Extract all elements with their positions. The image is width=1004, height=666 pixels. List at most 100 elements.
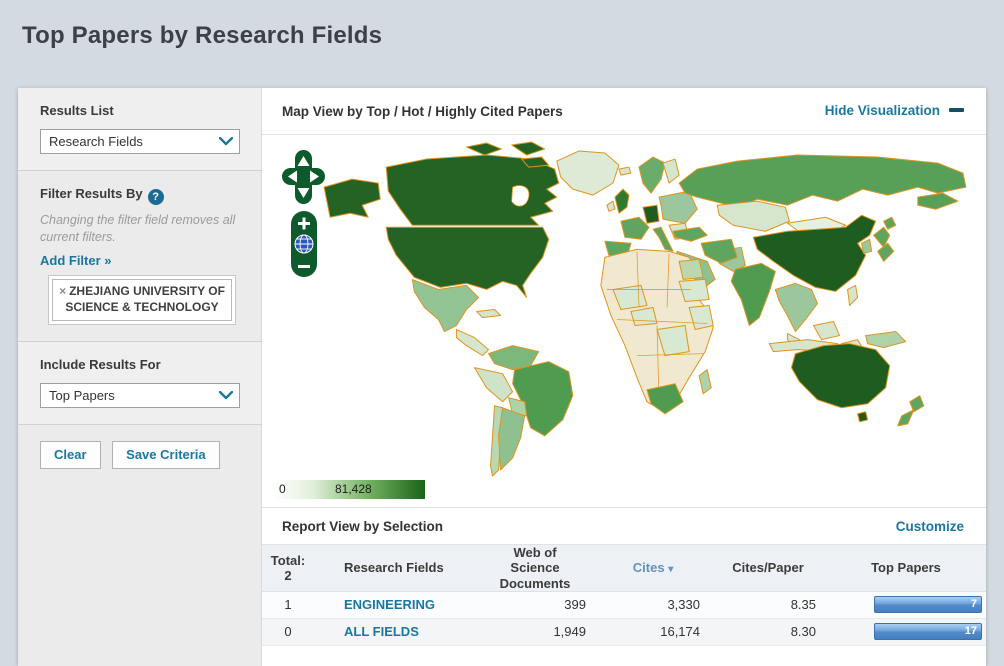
chevron-down-icon (213, 130, 239, 153)
country-peru[interactable] (475, 368, 513, 402)
country-new-guinea[interactable] (866, 332, 906, 348)
col-research-fields: Research Fields (314, 545, 474, 591)
active-filter-text: ZHEJIANG UNIVERSITY OF SCIENCE & TECHNOL… (65, 284, 225, 314)
col-top-papers: Top Papers (826, 545, 986, 591)
row-wos: 399 (474, 591, 596, 618)
active-filter-chip: ×ZHEJIANG UNIVERSITY OF SCIENCE & TECHNO… (48, 275, 236, 325)
country-tasmania[interactable] (858, 412, 868, 422)
chevron-down-icon (213, 384, 239, 407)
central-america[interactable] (456, 330, 488, 356)
active-filter-chip-inner: ×ZHEJIANG UNIVERSITY OF SCIENCE & TECHNO… (52, 279, 232, 321)
country-korea[interactable] (862, 239, 872, 253)
filter-note: Changing the filter field removes all cu… (40, 212, 243, 245)
results-list-selected: Research Fields (41, 134, 213, 149)
country-iceland[interactable] (619, 167, 631, 175)
country-cuba[interactable] (477, 309, 501, 317)
country-mexico[interactable] (412, 279, 478, 331)
country-norway-sweden[interactable] (639, 157, 665, 193)
row-cites-per-paper: 8.30 (710, 618, 826, 645)
map-area: 0 81,428 (262, 135, 986, 508)
table-header-row: Total: 2 Research Fields Web of Science … (262, 545, 986, 591)
hide-visualization: Hide Visualization (825, 102, 964, 120)
hudson-bay (512, 186, 529, 207)
sidebar: Results List Research Fields Filter Resu… (18, 88, 262, 666)
page-title: Top Papers by Research Fields (22, 22, 382, 50)
main-panel: Results List Research Fields Filter Resu… (18, 88, 986, 666)
sort-desc-icon: ▾ (668, 564, 673, 575)
legend-max: 81,428 (335, 482, 372, 496)
table-filler (262, 646, 986, 666)
include-results-dropdown[interactable]: Top Papers (40, 383, 240, 408)
table-row: 0 ALL FIELDS 1,949 16,174 8.30 17 (262, 618, 986, 645)
country-alaska[interactable] (324, 179, 380, 217)
row-wos: 1,949 (474, 618, 596, 645)
include-results-selected: Top Papers (41, 388, 213, 403)
country-finland[interactable] (663, 159, 679, 183)
filter-section: Filter Results By? Changing the filter f… (18, 171, 261, 342)
country-australia[interactable] (791, 344, 889, 408)
zoom-control[interactable] (291, 211, 317, 277)
field-link[interactable]: ENGINEERING (344, 597, 435, 612)
country-egypt[interactable] (679, 259, 703, 279)
report-header-title: Report View by Selection (282, 519, 443, 534)
help-icon[interactable]: ? (148, 189, 164, 205)
country-germany[interactable] (643, 205, 659, 223)
legend-min: 0 (279, 482, 286, 496)
field-link[interactable]: ALL FIELDS (344, 624, 419, 639)
country-southeast-asia[interactable] (775, 283, 817, 331)
globe-icon[interactable] (295, 235, 313, 253)
country-sudan[interactable] (679, 279, 709, 301)
table-row: 1 ENGINEERING 399 3,330 8.35 7 (262, 591, 986, 618)
row-cites: 16,174 (596, 618, 710, 645)
minus-icon (949, 108, 964, 112)
total-value: 2 (268, 568, 308, 583)
col-cites[interactable]: Cites ▾ (596, 545, 710, 591)
row-top-papers: 7 (826, 591, 986, 618)
country-borneo[interactable] (813, 322, 839, 340)
country-india[interactable] (731, 263, 775, 325)
remove-filter-icon[interactable]: × (59, 284, 66, 298)
zoom-out-icon[interactable] (298, 265, 310, 268)
results-list-dropdown[interactable]: Research Fields (40, 129, 240, 154)
col-cites-label: Cites (633, 560, 665, 575)
country-france[interactable] (621, 217, 649, 239)
sidebar-actions: Clear Save Criteria (18, 425, 261, 666)
include-results-label: Include Results For (40, 357, 243, 372)
save-criteria-button[interactable]: Save Criteria (112, 441, 220, 469)
col-wos-documents: Web of Science Documents (474, 545, 596, 591)
include-results-section: Include Results For Top Papers (18, 342, 261, 425)
clear-button[interactable]: Clear (40, 441, 101, 469)
country-italy[interactable] (653, 227, 673, 251)
top-papers-bar: 17 (874, 623, 982, 640)
country-philippines[interactable] (848, 285, 858, 305)
map-header-title: Map View by Top / Hot / Highly Cited Pap… (282, 104, 563, 119)
map-legend: 0 81,428 (275, 480, 425, 499)
row-cites: 3,330 (596, 591, 710, 618)
row-cites-per-paper: 8.35 (710, 591, 826, 618)
hide-visualization-link[interactable]: Hide Visualization (825, 103, 940, 118)
row-field: ALL FIELDS (314, 618, 474, 645)
map-header: Map View by Top / Hot / Highly Cited Pap… (262, 88, 986, 135)
country-ireland[interactable] (607, 201, 615, 211)
country-eastern-europe[interactable] (659, 191, 697, 223)
country-argentina[interactable] (499, 408, 525, 470)
add-filter-link[interactable]: Add Filter » (40, 253, 112, 268)
filter-label-text: Filter Results By (40, 186, 143, 201)
results-list-section: Results List Research Fields (18, 88, 261, 171)
world-map (316, 139, 978, 485)
report-header: Report View by Selection Customize (262, 508, 986, 545)
country-new-zealand[interactable] (898, 396, 924, 426)
country-russia-fareast[interactable] (918, 193, 958, 209)
row-top-papers: 17 (826, 618, 986, 645)
country-japan[interactable] (874, 217, 896, 261)
customize-link[interactable]: Customize (896, 519, 964, 534)
row-field: ENGINEERING (314, 591, 474, 618)
country-kazakhstan[interactable] (717, 201, 789, 231)
row-rank: 0 (262, 618, 314, 645)
country-greenland[interactable] (557, 151, 619, 195)
country-uk[interactable] (615, 189, 629, 213)
content: Map View by Top / Hot / Highly Cited Pap… (262, 88, 986, 666)
country-iran[interactable] (701, 239, 737, 263)
report-table: Total: 2 Research Fields Web of Science … (262, 545, 986, 646)
country-madagascar[interactable] (699, 370, 711, 394)
